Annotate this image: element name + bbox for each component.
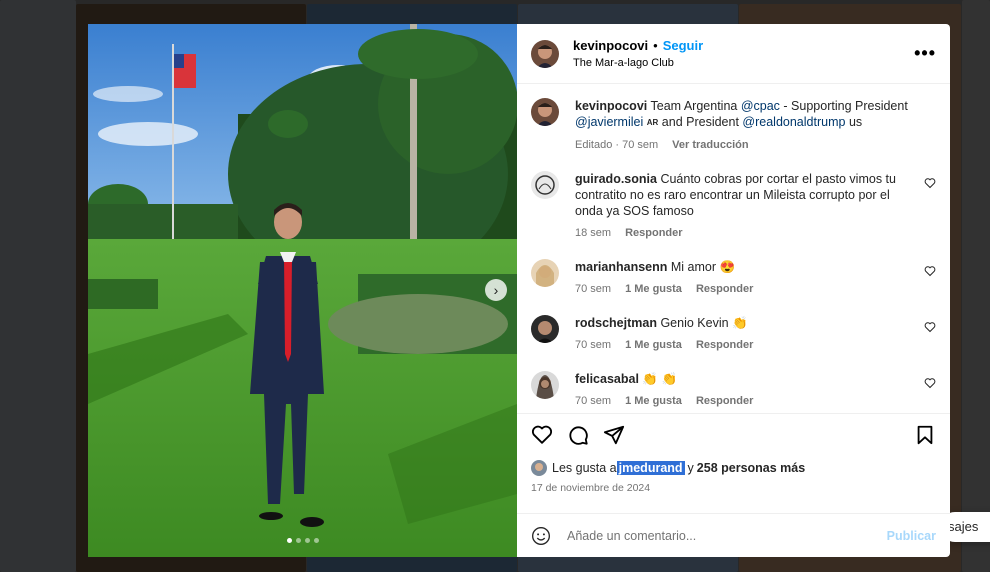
liker-avatar[interactable] xyxy=(531,460,547,476)
comment-input[interactable] xyxy=(565,527,887,544)
like-heart-icon[interactable] xyxy=(531,424,553,446)
caption-text: and President xyxy=(661,115,739,129)
comment-username[interactable]: marianhansenn xyxy=(575,260,667,274)
carousel-dot xyxy=(304,538,310,543)
carousel-dot xyxy=(313,538,319,543)
commenter-avatar[interactable] xyxy=(531,371,559,399)
post-caption: kevinpocovi Team Argentina @cpac - Suppo… xyxy=(531,98,936,151)
likes-prefix: Les gusta a xyxy=(552,461,617,475)
dot-separator: • xyxy=(653,38,658,53)
comment-time[interactable]: 70 sem xyxy=(575,283,611,295)
commenter-avatar[interactable] xyxy=(531,171,559,199)
chevron-right-icon: › xyxy=(493,282,499,298)
author-username[interactable]: kevinpocovi xyxy=(573,38,648,53)
caption-text: Team Argentina xyxy=(650,99,738,113)
comment-text: Mi amor 😍 xyxy=(670,260,736,274)
caption-text: us xyxy=(848,115,863,129)
post-header: kevinpocovi • Seguir The Mar-a-lago Club… xyxy=(517,24,950,84)
author-avatar[interactable] xyxy=(531,39,559,68)
commenter-avatar[interactable] xyxy=(531,259,559,287)
follow-button[interactable]: Seguir xyxy=(663,38,703,53)
edited-label: Editado xyxy=(575,139,613,151)
reply-button[interactable]: Responder xyxy=(696,283,753,295)
comment-text: Genio Kevin 👏 xyxy=(660,316,748,330)
flag-ar-badge: AR xyxy=(646,118,659,127)
likes-others-link[interactable]: 258 personas más xyxy=(697,461,805,475)
caption-text: - Supporting President xyxy=(783,99,908,113)
likes-and: y xyxy=(687,461,694,475)
caption-time[interactable]: 70 sem xyxy=(622,139,658,151)
author-avatar[interactable] xyxy=(531,98,559,126)
reply-button[interactable]: Responder xyxy=(696,395,753,407)
publish-button[interactable]: Publicar xyxy=(887,529,936,543)
comment-text: 👏 👏 xyxy=(642,372,678,386)
save-bookmark-icon[interactable] xyxy=(914,424,936,446)
comment-item: rodschejtman Genio Kevin 👏 70 sem 1 Me g… xyxy=(531,315,936,351)
likes-summary: Les gusta a jmedurand y 258 personas más xyxy=(531,460,936,476)
comment-likes[interactable]: 1 Me gusta xyxy=(625,395,682,407)
post-date[interactable]: 17 de noviembre de 2024 xyxy=(531,482,936,494)
more-options-icon[interactable]: ••• xyxy=(914,43,936,64)
heart-icon[interactable] xyxy=(924,265,936,277)
comment-item: marianhansenn Mi amor 😍 70 sem 1 Me gust… xyxy=(531,259,936,295)
comment-time[interactable]: 70 sem xyxy=(575,339,611,351)
post-photo: › xyxy=(88,24,517,557)
comment-time[interactable]: 70 sem xyxy=(575,395,611,407)
reply-button[interactable]: Responder xyxy=(696,339,753,351)
comment-username[interactable]: felicasabal xyxy=(575,372,639,386)
carousel-dots xyxy=(88,538,517,543)
commenter-avatar[interactable] xyxy=(531,315,559,343)
caption-username[interactable]: kevinpocovi xyxy=(575,99,647,113)
translate-link[interactable]: Ver traducción xyxy=(672,139,748,151)
comment-bubble-icon[interactable] xyxy=(567,424,589,446)
post-actions: Les gusta a jmedurand y 258 personas más… xyxy=(517,413,950,513)
heart-icon[interactable] xyxy=(924,177,936,189)
comments-list: kevinpocovi Team Argentina @cpac - Suppo… xyxy=(517,84,950,413)
add-comment-bar: Publicar xyxy=(517,513,950,557)
post-location[interactable]: The Mar-a-lago Club xyxy=(573,57,914,69)
reply-button[interactable]: Responder xyxy=(625,227,682,239)
share-paper-plane-icon[interactable] xyxy=(603,424,625,446)
heart-icon[interactable] xyxy=(924,321,936,333)
carousel-dot xyxy=(295,538,301,543)
mention-link[interactable]: @cpac xyxy=(741,99,780,113)
mention-link[interactable]: @javiermilei xyxy=(575,115,643,129)
photo-scene xyxy=(88,24,517,557)
comment-username[interactable]: rodschejtman xyxy=(575,316,657,330)
next-photo-button[interactable]: › xyxy=(485,279,507,301)
emoji-smiley-icon[interactable] xyxy=(531,526,551,546)
carousel-dot xyxy=(286,538,292,543)
comment-likes[interactable]: 1 Me gusta xyxy=(625,283,682,295)
comment-item: felicasabal 👏 👏 70 sem 1 Me gusta Respon… xyxy=(531,371,936,407)
comment-item: guirado.sonia Cuánto cobras por cortar e… xyxy=(531,171,936,239)
heart-icon[interactable] xyxy=(924,377,936,389)
comment-username[interactable]: guirado.sonia xyxy=(575,172,657,186)
comment-likes[interactable]: 1 Me gusta xyxy=(625,339,682,351)
post-modal: › kevinpocovi • Seguir The Mar-a-lago Cl… xyxy=(88,24,950,557)
liker-username[interactable]: jmedurand xyxy=(616,461,685,475)
post-side-panel: kevinpocovi • Seguir The Mar-a-lago Club… xyxy=(517,24,950,557)
mention-link[interactable]: @realdonaldtrump xyxy=(742,115,845,129)
comment-time[interactable]: 18 sem xyxy=(575,227,611,239)
